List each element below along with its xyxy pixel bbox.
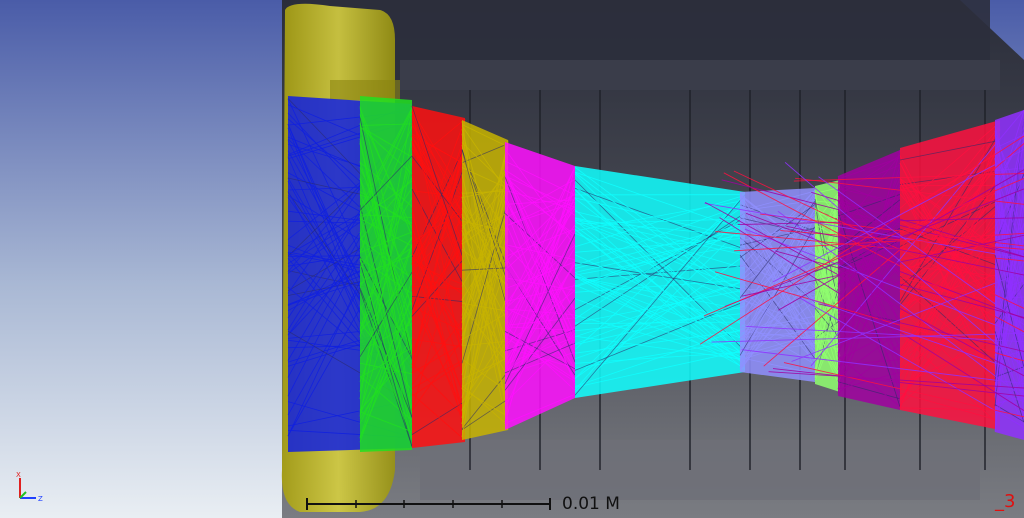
ray-line: [899, 184, 1001, 187]
svg-text:X: X: [16, 471, 21, 479]
3d-viewport[interactable]: 0.01 M _3 X Z: [0, 0, 1024, 518]
optical-scene[interactable]: [0, 0, 1024, 518]
svg-text:Z: Z: [38, 495, 43, 503]
axis-triad-icon: X Z: [16, 471, 43, 503]
scale-bar-label: 0.01 M: [562, 494, 620, 514]
corner-label: _3: [995, 491, 1016, 512]
